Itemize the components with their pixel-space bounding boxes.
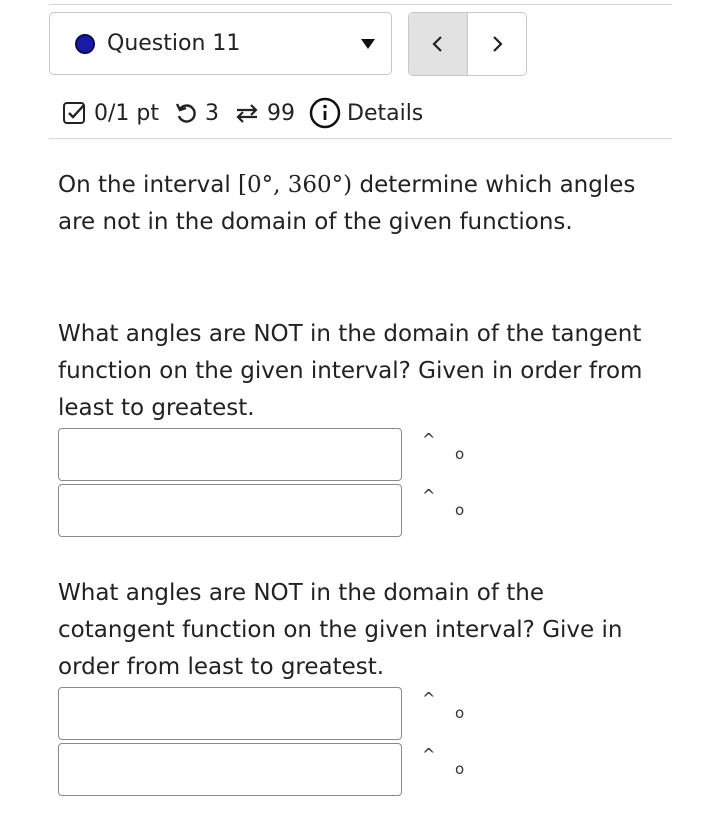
details-link[interactable]: Details [347, 101, 423, 126]
tangent-prompt: What angles are NOT in the domain of the… [58, 321, 643, 421]
interval-math: [0°, 360°) [238, 172, 353, 198]
cotangent-answer-1-hat: ^ [422, 689, 436, 708]
cotangent-answer-2: ^ o [58, 743, 478, 796]
cotangent-prompt: What angles are NOT in the domain of the… [58, 580, 623, 680]
cotangent-answer-2-hat: ^ [422, 745, 436, 764]
next-question-button[interactable] [468, 13, 526, 75]
cotangent-answer-1: ^ o [58, 687, 478, 740]
top-divider [49, 4, 672, 5]
cotangent-answer-2-degree: o [455, 760, 465, 778]
cotangent-answer-1-degree: o [455, 704, 465, 722]
attempts-count: 99 [267, 100, 295, 126]
tangent-answer-2-degree: o [455, 501, 465, 519]
intro-text: On the interval [0°, 360°) determine whi… [58, 167, 638, 241]
cotangent-answer-1-input[interactable] [58, 687, 402, 740]
previous-question-button[interactable] [409, 13, 468, 75]
tangent-answer-1-input[interactable] [58, 428, 402, 481]
score-text: 0/1 pt [94, 100, 159, 126]
question-status-dot-icon [75, 33, 95, 54]
info-icon[interactable] [309, 97, 341, 129]
chevron-left-icon [432, 36, 442, 52]
attempts-icon [233, 100, 261, 126]
chevron-right-icon [493, 36, 503, 52]
tangent-answer-2-input[interactable] [58, 484, 402, 537]
tangent-answer-1-hat: ^ [422, 430, 436, 449]
tangent-answer-1: ^ o [58, 428, 478, 481]
dropdown-caret-icon [361, 39, 375, 49]
header-divider [49, 138, 672, 139]
checkbox-score-icon [62, 100, 88, 126]
retry-icon [173, 100, 199, 126]
tangent-answer-1-degree: o [455, 445, 465, 463]
tangent-answer-2: ^ o [58, 484, 478, 537]
question-selector[interactable]: Question 11 [49, 12, 392, 75]
tangent-answer-2-hat: ^ [422, 486, 436, 505]
intro-before: On the interval [58, 172, 239, 198]
question-label: Question 11 [107, 31, 241, 56]
retries-count: 3 [205, 100, 219, 126]
question-meta: 0/1 pt 3 99 Details [62, 92, 423, 134]
question-nav [408, 12, 527, 76]
cotangent-answer-2-input[interactable] [58, 743, 402, 796]
